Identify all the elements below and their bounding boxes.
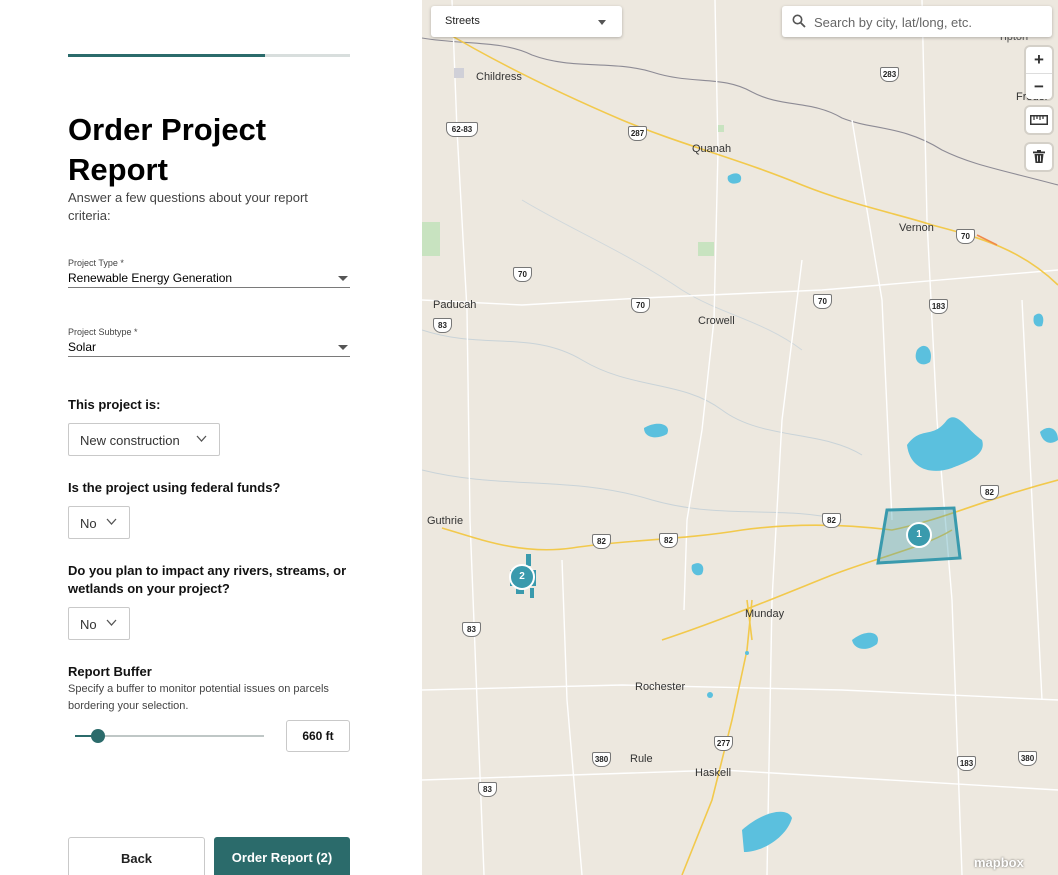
- route-shield: 70: [631, 298, 650, 313]
- buffer-slider-thumb[interactable]: [90, 729, 105, 743]
- ruler-button[interactable]: [1026, 107, 1052, 133]
- project-is-dropdown[interactable]: New construction: [68, 423, 220, 456]
- route-shield: 62-83: [446, 122, 478, 137]
- town-label: Crowell: [698, 315, 735, 327]
- caret-down-icon: [598, 20, 606, 25]
- project-subtype-value: Solar: [68, 340, 97, 354]
- federal-funds-dropdown[interactable]: No: [68, 506, 130, 539]
- progress-bar: [68, 54, 350, 57]
- route-shield: 83: [478, 782, 497, 797]
- map-basemap: [422, 0, 1058, 875]
- town-label: Rochester: [635, 681, 686, 693]
- map-search-input[interactable]: Search by city, lat/long, etc.: [782, 6, 1052, 37]
- route-shield: 380: [1018, 751, 1037, 766]
- project-is-value: New construction: [80, 433, 180, 448]
- project-type-label: Project Type *: [68, 258, 124, 268]
- waters-dropdown[interactable]: No: [68, 607, 130, 640]
- route-shield: 183: [957, 756, 976, 771]
- chevron-down-icon: [106, 518, 117, 525]
- measure-control: [1026, 107, 1052, 133]
- delete-control: [1026, 144, 1052, 170]
- town-label: Paducah: [433, 299, 477, 311]
- progress-bar-fill: [68, 54, 266, 57]
- caret-down-icon: [338, 345, 348, 350]
- town-label: Childress: [476, 71, 522, 83]
- trash-button[interactable]: [1026, 144, 1052, 170]
- town-label: Guthrie: [427, 515, 464, 527]
- route-shield: 287: [628, 126, 647, 141]
- town-label: Rule: [630, 753, 653, 765]
- route-shield: 82: [592, 534, 611, 549]
- buffer-value-input[interactable]: 660 ft: [286, 720, 350, 752]
- map-search-placeholder: Search by city, lat/long, etc.: [814, 15, 972, 30]
- zoom-out-button[interactable]: −: [1026, 73, 1052, 99]
- back-button[interactable]: Back: [68, 837, 205, 875]
- project-subtype-select[interactable]: Project Subtype * Solar: [68, 327, 350, 357]
- selection-marker-2[interactable]: 2: [509, 564, 535, 590]
- project-type-value: Renewable Energy Generation: [68, 271, 233, 285]
- map-style-select[interactable]: Streets: [431, 6, 622, 37]
- order-form-panel: Order Project Report Answer a few questi…: [0, 0, 422, 875]
- town-label: Vernon: [899, 222, 934, 234]
- chevron-down-icon: [196, 435, 207, 442]
- zoom-controls: + −: [1026, 47, 1052, 99]
- order-report-button[interactable]: Order Report (2): [214, 837, 350, 875]
- route-shield: 70: [956, 229, 975, 244]
- route-shield: 82: [980, 485, 999, 500]
- route-shield: 380: [592, 752, 611, 767]
- page-title: Order Project Report: [68, 112, 267, 187]
- town-label: Quanah: [692, 143, 732, 155]
- map-style-value: Streets: [445, 15, 480, 27]
- route-shield: 82: [822, 513, 841, 528]
- trash-icon: [1033, 150, 1045, 163]
- selection-marker-1[interactable]: 1: [906, 522, 932, 548]
- route-shield: 83: [462, 622, 481, 637]
- ruler-icon: [1030, 115, 1048, 125]
- town-label: Munday: [745, 608, 785, 620]
- caret-down-icon: [338, 276, 348, 281]
- route-shield: 183: [929, 299, 948, 314]
- map-view[interactable]: Childress Quanah Vernon Paducah Crowell …: [422, 0, 1058, 875]
- mapbox-logo: mapbox: [974, 855, 1024, 870]
- project-type-select[interactable]: Project Type * Renewable Energy Generati…: [68, 258, 350, 288]
- waters-value: No: [80, 617, 97, 632]
- route-shield: 70: [813, 294, 832, 309]
- route-shield: 70: [513, 267, 532, 282]
- search-icon: [792, 14, 806, 28]
- report-buffer-title: Report Buffer: [68, 664, 152, 679]
- project-is-question: This project is:: [68, 397, 161, 412]
- federal-funds-value: No: [80, 516, 97, 531]
- page-subtitle: Answer a few questions about your report…: [68, 190, 308, 223]
- zoom-in-button[interactable]: +: [1026, 47, 1052, 73]
- route-shield: 277: [714, 736, 733, 751]
- route-shield: 283: [880, 67, 899, 82]
- route-shield: 83: [433, 318, 452, 333]
- project-subtype-label: Project Subtype *: [68, 327, 138, 337]
- federal-funds-question: Is the project using federal funds?: [68, 480, 281, 495]
- town-label: Haskell: [695, 767, 732, 779]
- route-shield: 82: [659, 533, 678, 548]
- chevron-down-icon: [106, 619, 117, 626]
- waters-question: Do you plan to impact any rivers, stream…: [68, 563, 347, 596]
- report-buffer-description: Specify a buffer to monitor potential is…: [68, 683, 329, 712]
